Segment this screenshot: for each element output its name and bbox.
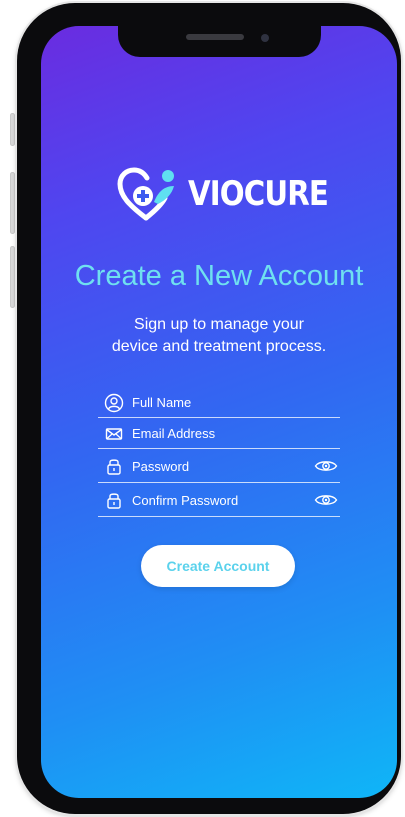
page-subtitle: Sign up to manage your device and treatm… [41,314,397,358]
speaker-grille [186,34,244,40]
signup-form [98,388,340,517]
eye-icon[interactable] [314,458,338,474]
envelope-icon [105,427,123,440]
volume-up-button [10,172,15,234]
subtitle-line-1: Sign up to manage your [134,316,304,333]
volume-down-button [10,246,15,308]
eye-icon[interactable] [314,492,338,508]
password-input[interactable] [132,456,314,476]
password-field [98,450,340,483]
subtitle-line-2: device and treatment process. [111,338,327,355]
page-title: Create a New Account [74,260,364,292]
brand-logo: VIOCURE [116,164,351,224]
silent-switch [10,113,15,146]
stage: VIOCURE Create a New Account Sign up to … [0,0,405,817]
confirm-password-field [98,484,340,517]
heart-plus-person-icon [117,167,174,221]
phone-notch [118,24,321,57]
lock-icon [107,493,121,509]
front-camera [261,34,269,42]
full-name-field [98,388,340,418]
email-input[interactable] [132,423,340,444]
lock-icon [107,459,121,475]
create-account-button[interactable]: Create Account [141,545,295,587]
brand-name: VIOCURE [188,174,329,214]
person-icon [104,393,124,412]
confirm-password-input[interactable] [132,490,314,510]
full-name-input[interactable] [132,392,340,413]
email-field [98,419,340,449]
